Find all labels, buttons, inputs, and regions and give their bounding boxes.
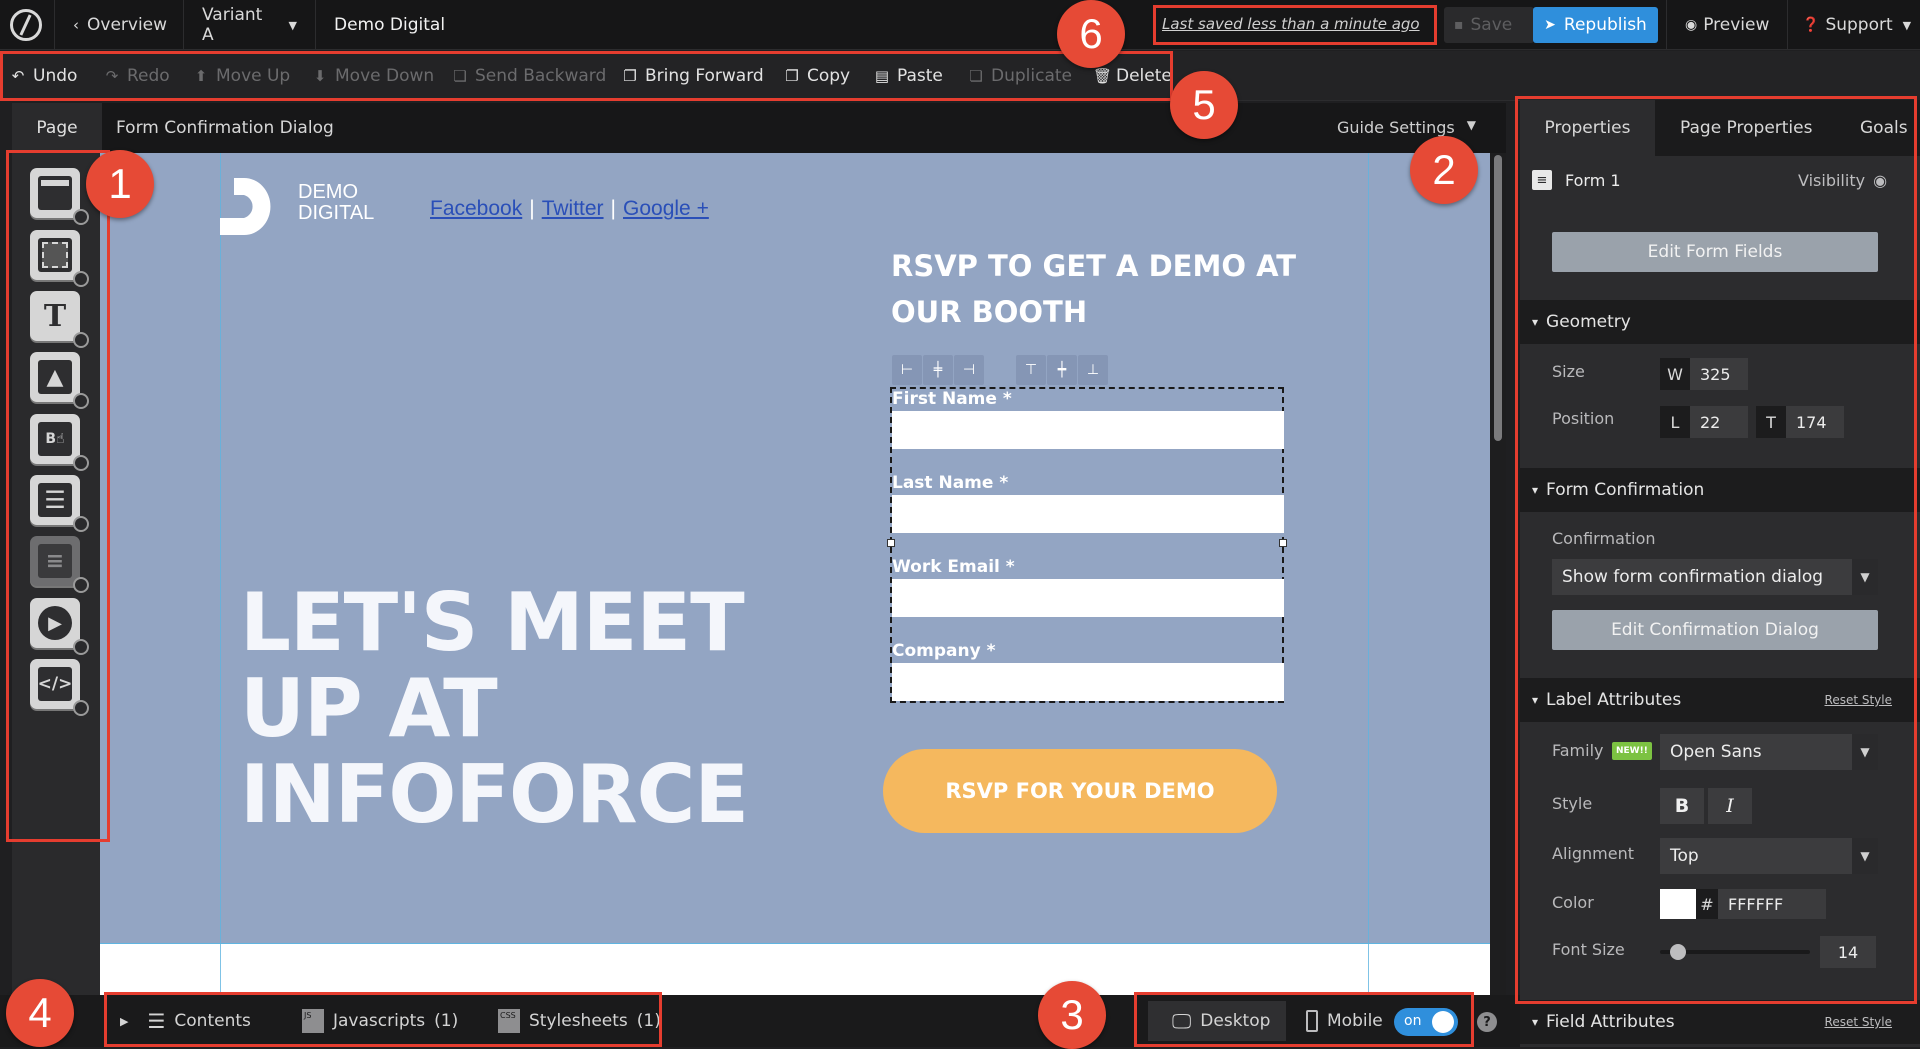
- work-email-input[interactable]: [892, 579, 1284, 617]
- last-name-input[interactable]: [892, 495, 1284, 533]
- support-label: Support: [1825, 15, 1893, 35]
- resize-handle[interactable]: [887, 539, 895, 547]
- social-separator: |: [529, 197, 535, 220]
- save-icon: ▪: [1454, 17, 1464, 33]
- annotation-box-last-saved: [1153, 5, 1437, 45]
- save-label: Save: [1470, 15, 1513, 35]
- field-attributes-section-header[interactable]: ▾ Field Attributes Reset Style: [1520, 1000, 1920, 1044]
- hero-headline[interactable]: LET'S MEET UP AT INFOFORCE: [240, 576, 749, 841]
- republish-label: Republish: [1563, 15, 1647, 35]
- google-link[interactable]: Google +: [623, 197, 709, 221]
- guide-settings-label: Guide Settings: [1337, 118, 1455, 137]
- field-label-last-name: Last Name *: [892, 473, 1009, 493]
- save-button[interactable]: ▪ Save: [1444, 7, 1534, 43]
- page-canvas[interactable]: DEMO DIGITAL Facebook | Twitter | Google…: [100, 153, 1490, 995]
- variant-label: Variant A: [202, 5, 263, 45]
- field-label-company: Company *: [892, 641, 996, 661]
- caret-down-icon: ▼: [288, 18, 297, 32]
- callout-6: 6: [1057, 0, 1125, 68]
- social-links: Facebook | Twitter | Google +: [430, 197, 709, 221]
- hero-line-2: UP AT: [240, 662, 498, 755]
- caret-down-icon: ▼: [1466, 118, 1476, 132]
- chevron-down-icon: ▾: [1532, 1015, 1539, 1029]
- top-bar: ‹ Overview Variant A ▼ Demo Digital Last…: [0, 0, 1920, 50]
- page-bar: Page Form Confirmation Dialog Guide Sett…: [12, 103, 1506, 153]
- caret-down-icon: ▼: [1902, 18, 1912, 32]
- field-attributes-title: Field Attributes: [1546, 1012, 1675, 1032]
- annotation-box-toolbar: [0, 51, 1173, 101]
- rsvp-heading-line-2: OUR BOOTH: [891, 295, 1088, 329]
- app-logo-icon[interactable]: [10, 9, 42, 41]
- callout-2: 2: [1410, 136, 1478, 204]
- form-element[interactable]: First Name * Last Name * Work Email * Co…: [887, 387, 1287, 703]
- rsvp-cta-button[interactable]: RSVP FOR YOUR DEMO: [883, 749, 1277, 833]
- eye-icon: ◉: [1685, 17, 1698, 33]
- preview-label: Preview: [1703, 15, 1770, 35]
- tab-page[interactable]: Page: [12, 103, 102, 153]
- annotation-box-tools: [6, 150, 110, 842]
- twitter-link[interactable]: Twitter: [542, 197, 604, 221]
- overview-link[interactable]: ‹ Overview: [54, 0, 184, 50]
- page-name: Demo Digital: [334, 15, 446, 35]
- guide-settings-dropdown[interactable]: Guide Settings ▼: [1337, 118, 1476, 137]
- reset-style-link[interactable]: Reset Style: [1825, 1015, 1892, 1029]
- guide-line-right: [1368, 153, 1369, 995]
- logo-line-1: DEMO: [298, 181, 358, 203]
- support-menu[interactable]: ❓ Support ▼: [1784, 0, 1920, 50]
- align-left-icon[interactable]: ⊢: [892, 355, 922, 385]
- republish-button[interactable]: ➤ Republish: [1533, 7, 1658, 43]
- scrollbar-thumb[interactable]: [1494, 155, 1502, 441]
- help-icon[interactable]: ?: [1477, 1012, 1497, 1032]
- callout-1: 1: [86, 150, 154, 218]
- overview-label: Overview: [87, 15, 168, 35]
- chevron-left-icon: ‹: [73, 16, 79, 34]
- annotation-box-bottom-tools: [104, 992, 662, 1047]
- first-name-input[interactable]: [892, 411, 1284, 449]
- send-icon: ➤: [1544, 17, 1556, 33]
- align-top-icon[interactable]: ⊤: [1016, 355, 1046, 385]
- section-boundary: [100, 943, 1490, 944]
- align-center-icon[interactable]: ╪: [923, 355, 953, 385]
- rsvp-heading[interactable]: RSVP TO GET A DEMO AT OUR BOOTH: [891, 243, 1296, 335]
- demo-digital-logo-icon[interactable]: [220, 178, 272, 235]
- preview-button[interactable]: ◉ Preview: [1666, 0, 1789, 50]
- callout-4: 4: [6, 979, 74, 1047]
- field-label-work-email: Work Email *: [892, 557, 1015, 577]
- align-middle-icon[interactable]: ┿: [1047, 355, 1077, 385]
- rsvp-heading-line-1: RSVP TO GET A DEMO AT: [891, 249, 1297, 283]
- alignment-toolbar: ⊢ ╪ ⊣ ⊤ ┿ ⊥: [892, 355, 1132, 385]
- align-bottom-icon[interactable]: ⊥: [1078, 355, 1108, 385]
- logo-line-2: DIGITAL: [298, 202, 375, 224]
- resize-handle[interactable]: [1279, 539, 1287, 547]
- field-label-first-name: First Name *: [892, 389, 1012, 409]
- social-separator: |: [610, 197, 617, 220]
- canvas-scrollbar[interactable]: [1490, 153, 1506, 995]
- hero-line-1: LET'S MEET: [240, 576, 745, 669]
- selected-element-name: Form Confirmation Dialog: [116, 118, 334, 138]
- align-right-icon[interactable]: ⊣: [954, 355, 984, 385]
- annotation-box-properties: [1515, 96, 1917, 1004]
- help-circle-icon: ❓: [1802, 17, 1820, 33]
- guide-line-left: [220, 153, 221, 995]
- hero-line-3: INFOFORCE: [240, 748, 749, 841]
- company-input[interactable]: [892, 663, 1284, 701]
- callout-5: 5: [1170, 71, 1238, 139]
- callout-3: 3: [1038, 981, 1106, 1049]
- facebook-link[interactable]: Facebook: [430, 197, 522, 221]
- annotation-box-view-toggle: [1134, 992, 1474, 1047]
- variant-dropdown[interactable]: Variant A ▼: [184, 0, 316, 50]
- logo-text: DEMO DIGITAL: [298, 182, 374, 224]
